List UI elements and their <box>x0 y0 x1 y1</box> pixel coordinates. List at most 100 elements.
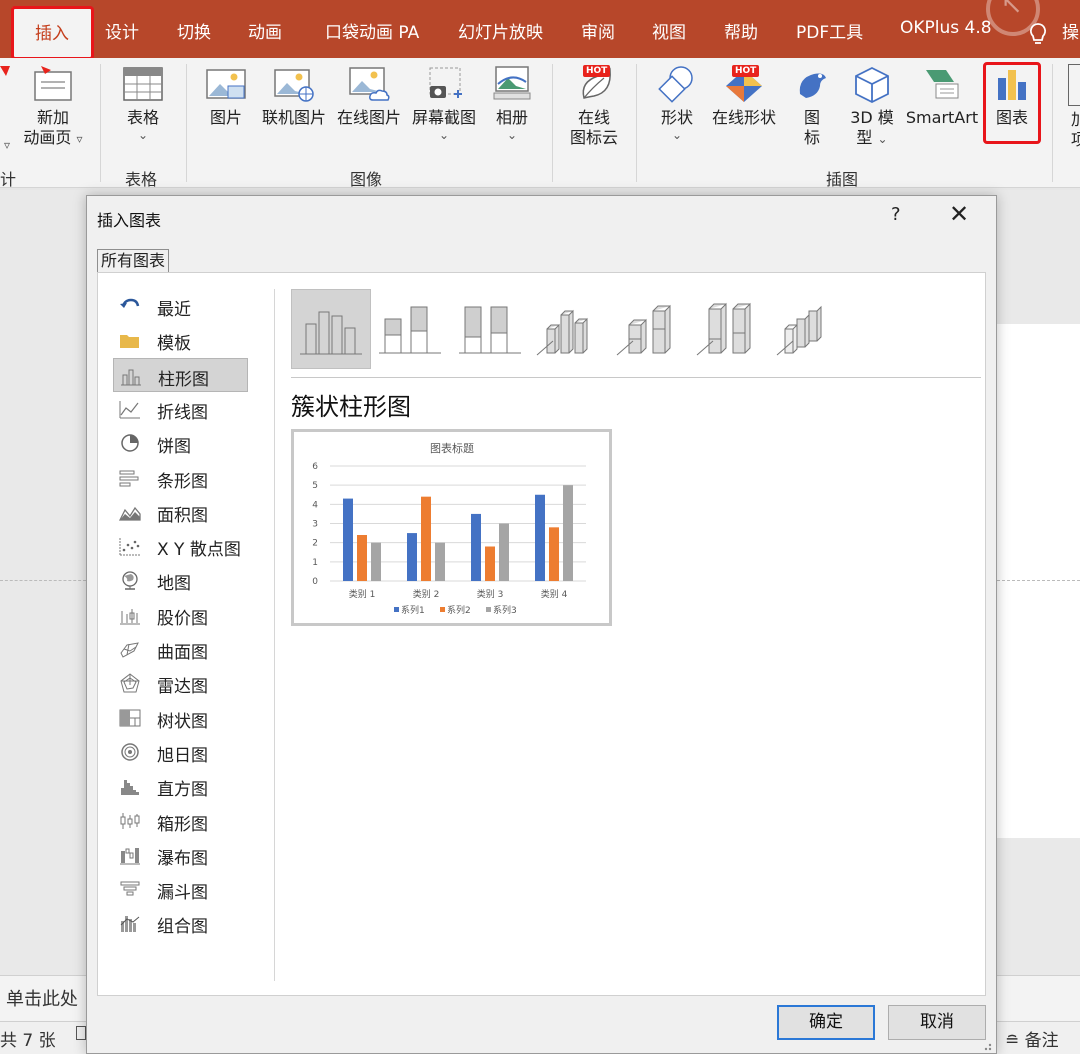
lightbulb-icon[interactable] <box>1028 22 1048 48</box>
chart-category-item[interactable]: 漏斗图 <box>113 872 248 906</box>
chart-category-item[interactable]: 组合图 <box>113 906 248 940</box>
tab-view[interactable]: 视图 <box>652 18 686 43</box>
chart-category-label: X Y 散点图 <box>157 540 241 561</box>
tab-design[interactable]: 设计 <box>105 18 139 43</box>
bar-chart-icon <box>119 470 139 486</box>
tab-review[interactable]: 审阅 <box>581 18 615 43</box>
chart-subtype-option[interactable] <box>771 289 851 369</box>
chart-preview[interactable]: 图表标题 0 1 2 3 4 5 6 类别 1 类别 2 类别 3 类别 4 系列1 系列2 系列3 <box>291 429 612 626</box>
tab-pocket-animation[interactable]: 口袋动画 PA <box>325 18 419 43</box>
notes-placeholder[interactable]: 单击此处 <box>6 985 78 1011</box>
online-image-button[interactable]: 在线图片 <box>333 64 405 128</box>
ribbon-separator <box>1052 64 1053 182</box>
chart-category-item[interactable]: 旭日图 <box>113 735 248 769</box>
chart-category-item[interactable]: 最近 <box>113 289 248 323</box>
placeholder-border <box>997 580 1080 581</box>
notes-button[interactable]: ≘ 备注 <box>1005 1026 1059 1051</box>
preview-bar <box>471 513 481 581</box>
chart-category-item[interactable]: 条形图 <box>113 461 248 495</box>
chart-category-label: 股价图 <box>157 608 208 629</box>
screenshot-button[interactable]: 屏幕截图 ⌄ <box>407 64 481 142</box>
chart-category-item[interactable]: 树状图 <box>113 701 248 735</box>
placeholder-border <box>0 580 86 581</box>
icons-button[interactable]: 图 标 <box>788 64 836 148</box>
preview-legend-swatch <box>486 607 491 612</box>
addins-partial-icon[interactable] <box>1068 64 1080 106</box>
chart-category-item[interactable]: 瀑布图 <box>113 838 248 872</box>
icons-line1: 图 <box>803 108 820 127</box>
area-chart-icon <box>119 506 141 521</box>
slide-canvas-edge[interactable] <box>996 324 1080 838</box>
hot-badge: HOT <box>732 65 760 77</box>
subtype-3d-stacked-column-icon <box>616 304 671 356</box>
3d-model-line1: 3D 模 <box>850 108 894 127</box>
tab-transitions[interactable]: 切换 <box>177 18 211 43</box>
new-slide-icon <box>34 66 72 101</box>
chart-category-label: 直方图 <box>157 780 208 801</box>
shapes-button[interactable]: 形状 ⌄ <box>648 64 706 142</box>
category-separator <box>274 289 275 981</box>
chart-category-item[interactable]: 饼图 <box>113 426 248 460</box>
new-animation-page-button[interactable]: 新加 动画页 ▿ <box>20 64 86 149</box>
dialog-title: 插入图表 <box>97 211 162 230</box>
cancel-button[interactable]: 取消 <box>888 1005 986 1040</box>
online-picture-button[interactable]: 联机图片 <box>256 64 332 128</box>
chart-category-item[interactable]: 面积图 <box>113 495 248 529</box>
chart-category-item[interactable]: 雷达图 <box>113 666 248 700</box>
chart-subtype-option[interactable] <box>451 289 531 369</box>
shapes-icon <box>658 66 693 103</box>
chart-category-item[interactable]: 直方图 <box>113 769 248 803</box>
addins-partial-label[interactable]: 加 项 <box>1071 110 1080 150</box>
chart-subtype-option[interactable] <box>691 289 771 369</box>
chart-subtype-option[interactable] <box>371 289 451 369</box>
album-button[interactable]: 相册 ⌄ <box>484 64 540 142</box>
close-icon[interactable]: ✕ <box>949 200 969 228</box>
tab-animations[interactable]: 动画 <box>248 18 282 43</box>
tab-okplus[interactable]: OKPlus 4.8 <box>900 18 992 38</box>
sunburst-icon <box>121 743 139 761</box>
subtype-stacked-column-icon <box>379 306 441 354</box>
tab-help[interactable]: 帮助 <box>724 18 758 43</box>
help-button[interactable]: ? <box>891 204 901 225</box>
3d-model-button[interactable]: 3D 模 型 ⌄ <box>840 64 904 149</box>
chart-category-item[interactable]: 箱形图 <box>113 804 248 838</box>
subtype-separator <box>291 377 981 378</box>
chart-category-label: 面积图 <box>157 505 208 526</box>
chart-subtype-option[interactable] <box>291 289 371 369</box>
tab-all-charts[interactable]: 所有图表 <box>97 249 170 273</box>
chart-category-item[interactable]: 模板 <box>113 323 248 357</box>
ribbon-tab-bar: 插入 设计 切换 动画 口袋动画 PA 幻灯片放映 审阅 视图 帮助 PDF工具… <box>0 0 1080 58</box>
ok-button[interactable]: 确定 <box>777 1005 875 1040</box>
shapes-caret: ⌄ <box>671 128 683 142</box>
hot-badge: HOT <box>583 65 611 77</box>
treemap-icon <box>119 709 141 727</box>
chart-category-item[interactable]: 曲面图 <box>113 632 248 666</box>
radar-chart-icon <box>120 673 140 693</box>
preview-bar <box>549 527 559 581</box>
tab-slideshow[interactable]: 幻灯片放映 <box>458 18 543 43</box>
ribbon-separator <box>100 64 101 182</box>
preview-y-tick-label: 0 <box>312 577 318 587</box>
boxplot-icon <box>120 812 140 829</box>
chart-category-item[interactable]: 地图 <box>113 563 248 597</box>
tab-partial[interactable]: 操 <box>1062 18 1079 43</box>
accessibility-icon[interactable] <box>76 1026 86 1040</box>
chart-category-item[interactable]: X Y 散点图 <box>113 529 248 563</box>
picture-button[interactable]: 图片 <box>198 64 254 128</box>
preview-x-tick-label: 类别 3 <box>477 588 504 600</box>
chart-category-item[interactable]: 股价图 <box>113 598 248 632</box>
chart-subtype-option[interactable] <box>531 289 611 369</box>
album-icon <box>493 66 531 100</box>
resize-grip-icon[interactable] <box>979 1038 993 1052</box>
chart-category-item[interactable]: 柱形图 <box>113 357 248 392</box>
cube-icon <box>855 66 889 104</box>
tab-pdf-tools[interactable]: PDF工具 <box>796 18 863 43</box>
smartart-button[interactable]: SmartArt <box>904 64 980 128</box>
chart-subtype-option[interactable] <box>611 289 691 369</box>
table-button[interactable]: 表格 ⌄ <box>112 64 174 142</box>
preview-legend-label: 系列1 <box>401 604 425 616</box>
chart-category-item[interactable]: 折线图 <box>113 392 248 426</box>
chart-category-label: 箱形图 <box>157 814 208 835</box>
new-anim-line1: 新加 <box>36 108 69 127</box>
chart-category-label: 漏斗图 <box>157 883 208 904</box>
